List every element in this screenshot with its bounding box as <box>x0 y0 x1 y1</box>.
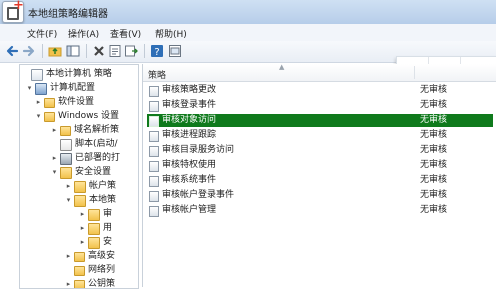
menu-action[interactable]: 操作(A) <box>68 27 99 40</box>
up-folder-icon[interactable] <box>48 44 62 58</box>
policy-item-icon <box>149 116 159 127</box>
computer-icon <box>35 83 47 95</box>
help-icon[interactable]: ? <box>150 44 164 58</box>
folder-icon <box>60 126 71 136</box>
column-header-policy[interactable]: 策略 <box>148 68 166 81</box>
delete-icon[interactable] <box>92 44 106 58</box>
svg-text:?: ? <box>154 47 159 58</box>
back-arrow-icon[interactable] <box>5 44 19 58</box>
tree-item-name-resolution[interactable]: ▸ 域名解析策 <box>50 124 119 137</box>
folder-icon <box>74 252 85 262</box>
lock-icon <box>88 209 100 221</box>
expand-toggle[interactable]: ▾ <box>50 166 59 179</box>
lock-icon <box>88 223 100 235</box>
menu-help[interactable]: 帮助(H) <box>155 27 187 40</box>
title-bar: + 本地组策略编辑器 <box>0 0 496 25</box>
tree-item-network-list[interactable]: 网络列 <box>64 264 115 277</box>
policy-item-icon <box>149 191 159 202</box>
menu-bar: 文件(F) 操作(A) 查看(V) 帮助(H) <box>0 24 496 42</box>
tree-item-public-key[interactable]: ▸ 公钥策 <box>64 278 115 288</box>
policy-item-icon <box>149 206 159 217</box>
sort-caret-icon: ▲ <box>279 64 285 71</box>
list-row[interactable]: 审核进程跟踪 无审核 <box>147 129 493 142</box>
policy-list-pane: 策略 ▲ 审核策略更改 无审核 审核登录事件 无审核 审核对象访问 无审核 审核… <box>142 64 496 287</box>
expand-toggle[interactable]: ▾ <box>64 194 73 207</box>
list-row[interactable]: 审核目录服务访问 无审核 <box>147 144 493 157</box>
expand-toggle[interactable]: ▸ <box>78 236 87 249</box>
list-row[interactable]: 审核登录事件 无审核 <box>147 99 493 112</box>
tree-item-audit-policy[interactable]: ▸ 审 <box>78 208 112 221</box>
expand-toggle[interactable]: ▸ <box>50 124 59 137</box>
policy-icon <box>31 69 43 81</box>
tree-item-scripts[interactable]: 脚本(启动/ <box>50 138 118 151</box>
folder-icon <box>44 98 55 108</box>
lock-icon <box>60 167 72 179</box>
properties-icon[interactable] <box>108 44 122 58</box>
window-title: 本地组策略编辑器 <box>28 9 108 20</box>
expand-toggle[interactable]: ▸ <box>78 208 87 221</box>
tree-item-account-policies[interactable]: ▸ 帐户策 <box>64 180 116 193</box>
tree-item-user-rights[interactable]: ▸ 用 <box>78 222 112 235</box>
tree-item-software-settings[interactable]: ▸ 软件设置 <box>34 96 94 109</box>
folder-icon <box>44 112 55 122</box>
menu-view[interactable]: 查看(V) <box>110 27 141 40</box>
lock-icon <box>74 181 86 193</box>
expand-toggle[interactable]: ▸ <box>78 222 87 235</box>
policy-item-icon <box>149 161 159 172</box>
expand-toggle[interactable]: ▾ <box>34 110 43 123</box>
expand-toggle[interactable]: ▸ <box>64 278 73 288</box>
list-row[interactable]: 审核系统事件 无审核 <box>147 174 493 187</box>
tree-item-advanced-security[interactable]: ▸ 高级安 <box>64 250 115 263</box>
policy-item-icon <box>149 131 159 142</box>
tree-item-windows-settings[interactable]: ▾ Windows 设置 <box>34 110 119 123</box>
policy-item-icon <box>149 176 159 187</box>
expand-toggle[interactable]: ▾ <box>25 82 34 95</box>
expand-toggle[interactable]: ▸ <box>64 250 73 263</box>
tree-item-security-options[interactable]: ▸ 安 <box>78 236 112 249</box>
filter-view-icon[interactable] <box>168 44 182 58</box>
expand-toggle[interactable]: ▸ <box>34 96 43 109</box>
tree-pane: 本地计算机 策略 ▾ 计算机配置 ▸ 软件设置 ▾ Windows 设置 ▸ 域名解析策… <box>19 64 139 289</box>
policy-item-icon <box>149 101 159 112</box>
list-row-selected[interactable]: 审核对象访问 无审核 <box>147 114 493 127</box>
folder-icon <box>74 266 85 276</box>
tree-item-computer-config[interactable]: ▾ 计算机配置 <box>25 82 95 95</box>
tree-item-local-policies[interactable]: ▾ 本地策 <box>64 194 116 207</box>
export-list-icon[interactable] <box>124 44 138 58</box>
policy-item-icon <box>149 146 159 157</box>
forward-arrow-icon[interactable] <box>22 44 36 58</box>
lock-icon <box>88 237 100 249</box>
printer-icon <box>60 153 72 165</box>
tree-item-deployed-printers[interactable]: ▸ 已部署的打 <box>50 152 120 165</box>
menu-file[interactable]: 文件(F) <box>27 27 57 40</box>
folder-icon <box>74 280 85 288</box>
list-row[interactable]: 审核帐户登录事件 无审核 <box>147 189 493 202</box>
list-row[interactable]: 审核特权使用 无审核 <box>147 159 493 172</box>
script-icon <box>60 139 72 151</box>
expand-toggle[interactable]: ▸ <box>64 180 73 193</box>
tree-item-security-settings[interactable]: ▾ 安全设置 <box>50 166 111 179</box>
tree-item-local-policy[interactable]: 本地计算机 策略 <box>21 68 112 81</box>
lock-icon <box>74 195 86 207</box>
list-row[interactable]: 审核帐户管理 无审核 <box>147 204 493 217</box>
app-icon[interactable]: + <box>2 0 24 23</box>
list-row[interactable]: 审核策略更改 无审核 <box>147 84 493 97</box>
show-tree-icon[interactable] <box>66 44 80 58</box>
list-header: 策略 ▲ <box>143 64 496 82</box>
policy-item-icon <box>149 86 159 97</box>
expand-toggle[interactable]: ▸ <box>50 152 59 165</box>
